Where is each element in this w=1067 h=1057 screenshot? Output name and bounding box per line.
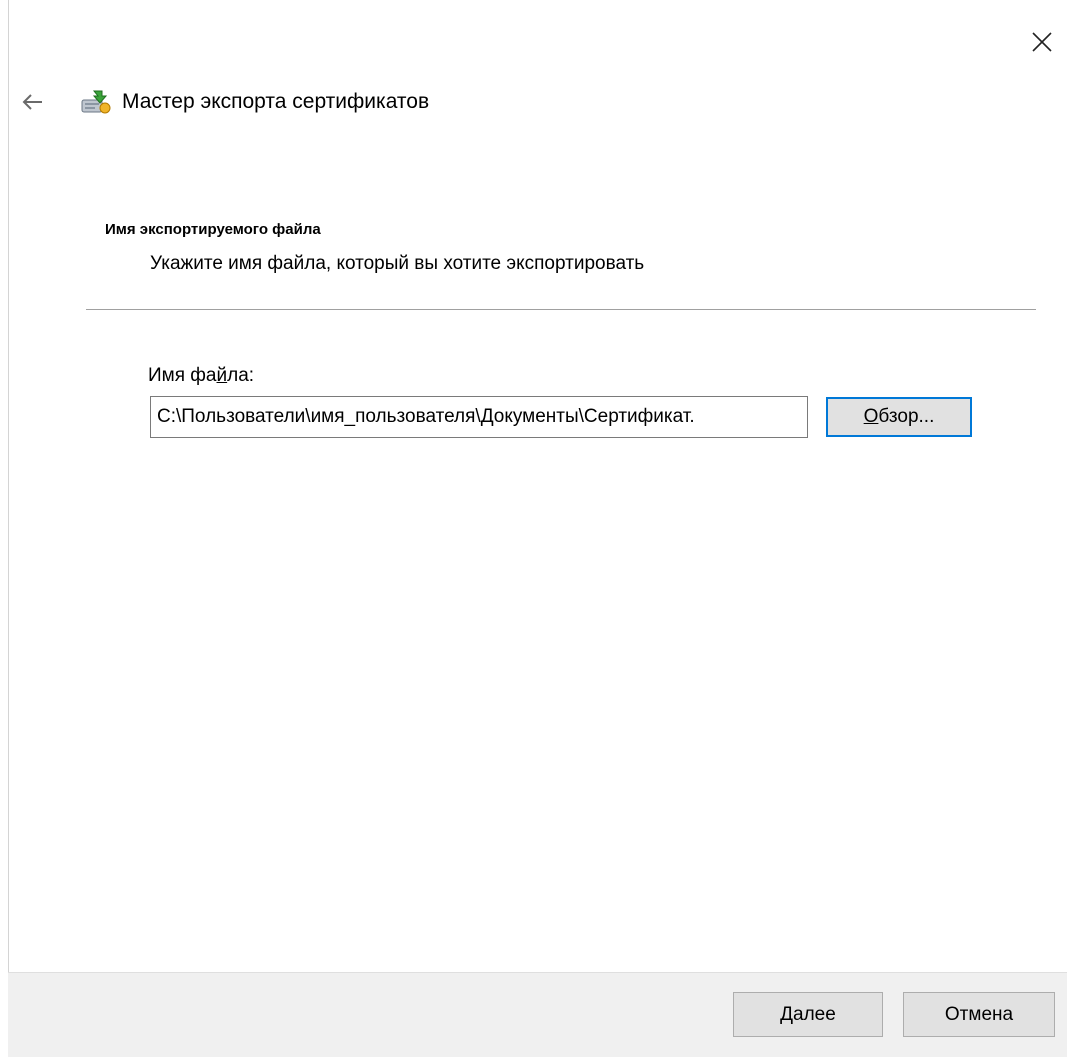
back-arrow-icon — [22, 94, 42, 110]
section-description: Укажите имя файла, который вы хотите экс… — [150, 253, 645, 274]
close-icon — [1032, 32, 1052, 52]
cancel-button[interactable]: Отмена — [903, 992, 1055, 1037]
filename-input[interactable] — [150, 396, 808, 438]
close-button[interactable] — [1022, 22, 1062, 62]
header-separator — [86, 309, 1036, 310]
certificate-wizard-icon — [80, 88, 112, 118]
wizard-title: Мастер экспорта сертификатов — [122, 90, 430, 113]
filename-label: Имя файла: — [148, 365, 255, 386]
browse-button[interactable]: Обзор... — [826, 397, 972, 437]
section-heading: Имя экспортируемого файла — [105, 221, 321, 238]
next-button[interactable]: Далее — [733, 992, 883, 1037]
wizard-dialog — [8, 0, 1067, 1057]
back-button[interactable] — [14, 84, 50, 120]
